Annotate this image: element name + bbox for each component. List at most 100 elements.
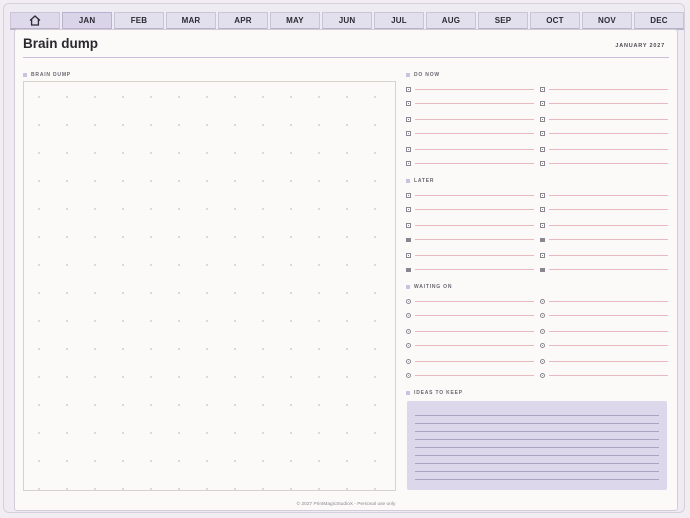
status-circle[interactable] [406,313,411,318]
task-write-line[interactable] [549,269,668,270]
task-write-line[interactable] [415,119,534,120]
task-write-line[interactable] [415,269,534,270]
task-write-line[interactable] [415,315,534,316]
task-write-line[interactable] [415,361,534,362]
task-write-line[interactable] [549,239,668,240]
status-circle[interactable] [540,329,545,334]
grid-dot [122,208,124,210]
ideas-to-keep-box[interactable] [407,401,667,490]
task-write-line[interactable] [415,345,534,346]
tab-aug[interactable]: AUG [426,12,476,30]
status-circle[interactable] [406,329,411,334]
status-circle[interactable] [406,373,411,378]
task-write-line[interactable] [415,163,534,164]
task-checkbox[interactable] [540,268,545,272]
task-write-line[interactable] [415,225,534,226]
task-checkbox[interactable] [540,223,545,228]
status-circle[interactable] [540,299,545,304]
task-checkbox[interactable] [540,253,545,258]
task-checkbox[interactable] [540,238,545,242]
task-write-line[interactable] [415,195,534,196]
grid-dot [374,124,376,126]
task-write-line[interactable] [415,255,534,256]
tab-nov[interactable]: NOV [582,12,632,30]
status-circle[interactable] [406,343,411,348]
task-checkbox[interactable] [406,253,411,258]
status-circle[interactable] [406,359,411,364]
tab-jun[interactable]: JUN [322,12,372,30]
tab-sep[interactable]: SEP [478,12,528,30]
task-checkbox[interactable] [406,268,411,272]
task-write-line[interactable] [549,195,668,196]
task-write-line[interactable] [549,119,668,120]
task-checkbox[interactable] [406,193,411,198]
section-marker [406,285,410,289]
task-checkbox[interactable] [540,147,545,152]
task-write-line[interactable] [415,209,534,210]
task-row [540,161,668,169]
brain-dump-dot-grid[interactable] [23,81,396,491]
tab-dec[interactable]: DEC [634,12,684,30]
task-checkbox[interactable] [540,117,545,122]
task-checkbox[interactable] [540,131,545,136]
task-write-line[interactable] [549,255,668,256]
task-write-line[interactable] [549,361,668,362]
status-circle[interactable] [540,313,545,318]
task-checkbox[interactable] [540,87,545,92]
grid-dot [234,320,236,322]
task-write-line[interactable] [415,239,534,240]
tab-may[interactable]: MAY [270,12,320,30]
grid-dot [150,292,152,294]
tab-mar[interactable]: MAR [166,12,216,30]
status-circle[interactable] [406,299,411,304]
status-circle[interactable] [540,359,545,364]
task-write-line[interactable] [415,133,534,134]
brain-dump-heading: BRAIN DUMP [23,72,71,78]
task-write-line[interactable] [415,331,534,332]
task-checkbox[interactable] [406,101,411,106]
task-checkbox[interactable] [540,101,545,106]
task-write-line[interactable] [415,149,534,150]
tab-jul[interactable]: JUL [374,12,424,30]
task-checkbox[interactable] [406,161,411,166]
task-write-line[interactable] [549,149,668,150]
task-checkbox[interactable] [540,161,545,166]
task-checkbox[interactable] [406,87,411,92]
task-write-line[interactable] [549,315,668,316]
tab-apr[interactable]: APR [218,12,268,30]
task-checkbox[interactable] [406,131,411,136]
status-circle[interactable] [540,373,545,378]
task-write-line[interactable] [549,209,668,210]
tab-feb[interactable]: FEB [114,12,164,30]
task-write-line[interactable] [549,375,668,376]
status-circle[interactable] [540,343,545,348]
task-write-line[interactable] [415,89,534,90]
task-write-line[interactable] [549,133,668,134]
task-checkbox[interactable] [406,117,411,122]
grid-dot [38,488,40,490]
task-write-line[interactable] [549,225,668,226]
task-checkbox[interactable] [540,193,545,198]
task-write-line[interactable] [549,89,668,90]
task-row [540,299,668,307]
section-marker [23,73,27,77]
tab-home[interactable] [10,12,60,30]
tab-oct[interactable]: OCT [530,12,580,30]
task-checkbox[interactable] [406,238,411,242]
task-write-line[interactable] [549,103,668,104]
task-write-line[interactable] [415,301,534,302]
task-write-line[interactable] [549,331,668,332]
task-write-line[interactable] [415,103,534,104]
task-checkbox[interactable] [540,207,545,212]
task-write-line[interactable] [415,375,534,376]
task-checkbox[interactable] [406,223,411,228]
grid-dot [38,124,40,126]
grid-dot [206,320,208,322]
task-checkbox[interactable] [406,207,411,212]
tab-jan[interactable]: JAN [62,12,112,30]
task-write-line[interactable] [549,301,668,302]
task-write-line[interactable] [549,345,668,346]
task-write-line[interactable] [549,163,668,164]
later-label: LATER [414,178,435,184]
task-checkbox[interactable] [406,147,411,152]
